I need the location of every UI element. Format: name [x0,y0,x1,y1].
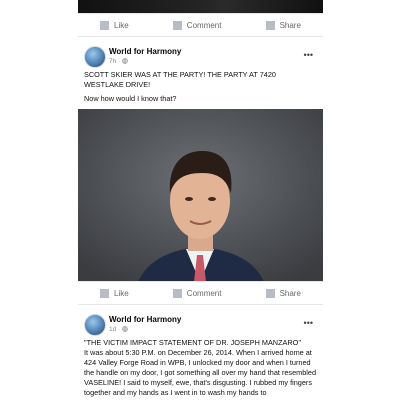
more-options-icon[interactable]: ••• [304,50,313,60]
share-icon [265,20,275,30]
comment-icon [172,20,182,30]
more-options-icon[interactable]: ••• [304,318,313,328]
like-label: Like [114,20,129,30]
post-text: "THE VICTIM IMPACT STATEMENT OF DR. JOSE… [84,338,301,347]
post-text: SCOTT SKIER WAS AT THE PARTY! THE PARTY … [84,70,276,89]
previous-post-action-bar: Like Comment Share [78,13,323,37]
share-icon [265,288,275,298]
portrait-image [78,109,323,282]
post-text-secondary: It was about 5:30 P.M. on December 26, 2… [84,348,317,397]
news-feed: Like Comment Share World for Harmony 7h … [78,0,323,400]
share-label: Share [279,288,301,298]
previous-post-image[interactable] [78,0,323,14]
comment-label: Comment [186,20,222,30]
share-label: Share [279,20,301,30]
post-photo[interactable] [78,109,323,282]
like-label: Like [114,288,129,298]
post-author[interactable]: World for Harmony [109,315,181,324]
like-button[interactable]: Like [100,288,129,298]
avatar[interactable] [84,314,106,336]
like-icon [100,288,110,298]
globe-icon [122,58,128,64]
post-meta: 1d · [109,326,128,333]
like-icon [100,20,110,30]
comment-icon [172,288,182,298]
like-button[interactable]: Like [100,20,129,30]
comment-button[interactable]: Comment [172,288,222,298]
post-header: World for Harmony 7h · ••• [84,46,317,72]
share-button[interactable]: Share [265,288,301,298]
post-time[interactable]: 7h · [109,58,122,65]
post-author[interactable]: World for Harmony [109,47,181,56]
post-text-secondary: Now how would I know that? [84,94,177,103]
avatar[interactable] [84,46,106,68]
post-header: World for Harmony 1d · ••• [84,314,317,340]
globe-icon [122,326,128,332]
post-time[interactable]: 1d · [109,326,122,333]
comment-label: Comment [186,288,222,298]
share-button[interactable]: Share [265,20,301,30]
comment-button[interactable]: Comment [172,20,222,30]
post-action-bar: Like Comment Share [78,281,323,305]
post-meta: 7h · [109,58,128,65]
